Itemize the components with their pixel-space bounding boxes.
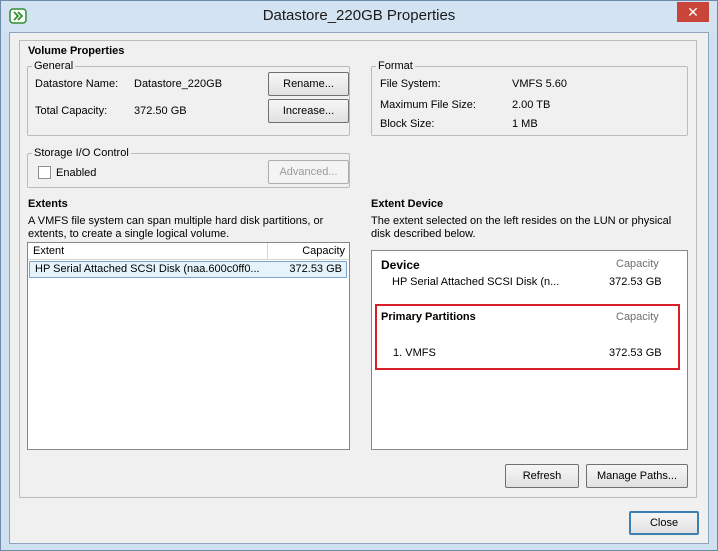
max-file-size-value: 2.00 TB bbox=[512, 99, 551, 111]
increase-button[interactable]: Increase... bbox=[268, 99, 349, 123]
capacity-cell: 372.53 GB bbox=[289, 263, 342, 275]
extents-description-line1: A VMFS file system can span multiple har… bbox=[28, 215, 324, 227]
extents-description-line2: extents, to create a single logical volu… bbox=[28, 228, 230, 240]
extents-list[interactable]: Extent Capacity HP Serial Attached SCSI … bbox=[27, 242, 350, 450]
extent-cell: HP Serial Attached SCSI Disk (naa.600c0f… bbox=[35, 263, 260, 275]
device-capacity: 372.53 GB bbox=[609, 276, 662, 288]
table-row[interactable]: HP Serial Attached SCSI Disk (naa.600c0f… bbox=[29, 261, 347, 278]
extent-device-description-line2: disk described below. bbox=[371, 228, 476, 240]
manage-paths-button[interactable]: Manage Paths... bbox=[586, 464, 688, 488]
extent-device-description-line1: The extent selected on the left resides … bbox=[371, 215, 672, 227]
refresh-button[interactable]: Refresh bbox=[505, 464, 579, 488]
extent-device-panel: Device Capacity HP Serial Attached SCSI … bbox=[371, 250, 688, 450]
properties-panel: Volume Properties General Datastore Name… bbox=[19, 40, 697, 498]
total-capacity-value: 372.50 GB bbox=[134, 105, 187, 117]
file-system-label: File System: bbox=[380, 78, 441, 90]
max-file-size-label: Maximum File Size: bbox=[380, 99, 476, 111]
storage-io-control-legend: Storage I/O Control bbox=[34, 147, 129, 159]
block-size-value: 1 MB bbox=[512, 118, 538, 130]
advanced-button[interactable]: Advanced... bbox=[268, 160, 349, 184]
dialog-client: Volume Properties General Datastore Name… bbox=[9, 32, 709, 544]
title-bar[interactable]: Datastore_220GB Properties ✕ bbox=[1, 1, 717, 32]
partition-name: 1. VMFS bbox=[393, 347, 436, 359]
datastore-name-label: Datastore Name: bbox=[35, 78, 119, 90]
close-button[interactable]: Close bbox=[629, 511, 699, 535]
extent-column-header[interactable]: Extent bbox=[28, 243, 268, 260]
partition-capacity: 372.53 GB bbox=[609, 347, 662, 359]
general-legend: General bbox=[34, 60, 74, 72]
extents-heading: Extents bbox=[28, 198, 68, 210]
primary-partitions-label: Primary Partitions bbox=[381, 311, 476, 323]
device-capacity-header: Capacity bbox=[616, 258, 659, 270]
window-close-icon[interactable]: ✕ bbox=[677, 2, 709, 22]
enabled-checkbox[interactable] bbox=[38, 166, 51, 179]
device-name: HP Serial Attached SCSI Disk (n... bbox=[392, 276, 560, 288]
properties-window: Datastore_220GB Properties ✕ Volume Prop… bbox=[0, 0, 718, 551]
volume-properties-heading: Volume Properties bbox=[28, 45, 125, 57]
extent-device-heading: Extent Device bbox=[371, 198, 444, 210]
file-system-value: VMFS 5.60 bbox=[512, 78, 568, 90]
rename-button[interactable]: Rename... bbox=[268, 72, 349, 96]
window-title: Datastore_220GB Properties bbox=[262, 7, 456, 24]
total-capacity-label: Total Capacity: bbox=[35, 105, 108, 117]
partitions-capacity-header: Capacity bbox=[616, 311, 659, 323]
datastore-name-value: Datastore_220GB bbox=[134, 78, 223, 90]
block-size-label: Block Size: bbox=[380, 118, 435, 130]
format-legend: Format bbox=[378, 60, 413, 72]
capacity-column-header[interactable]: Capacity bbox=[268, 243, 349, 260]
enabled-label: Enabled bbox=[56, 167, 97, 179]
device-label: Device bbox=[381, 258, 420, 272]
